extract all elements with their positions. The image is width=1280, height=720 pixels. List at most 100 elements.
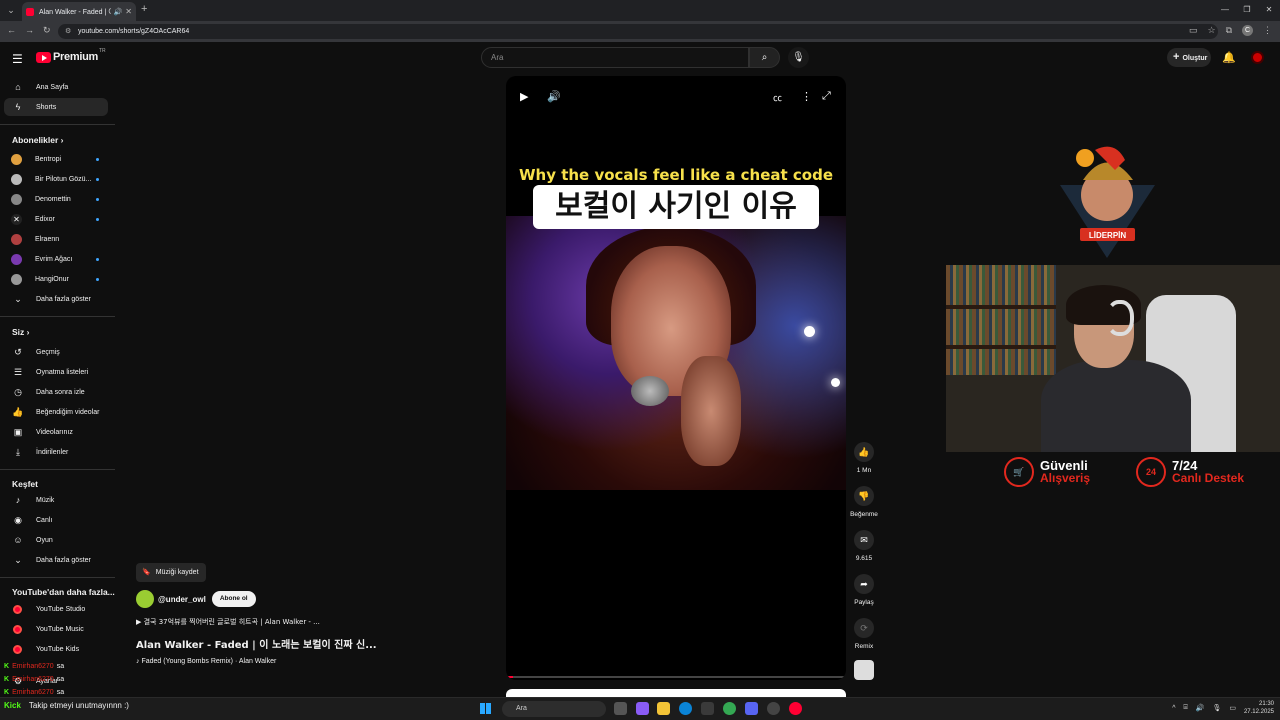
minimize-icon[interactable]: — bbox=[1214, 0, 1236, 21]
url-text: youtube.com/shorts/gZ4OAcCAR64 bbox=[78, 28, 190, 35]
volume-icon[interactable]: 🔊 bbox=[547, 90, 561, 103]
sidebar-item-subscription[interactable]: Bentropi bbox=[4, 150, 108, 168]
captions-cc-icon[interactable]: ㏄ bbox=[773, 91, 782, 104]
task-view-icon[interactable] bbox=[614, 702, 627, 715]
forward-icon[interactable]: → bbox=[25, 25, 34, 35]
sidebar-item-your-videos[interactable]: ▣ Videolarınız bbox=[4, 423, 108, 441]
channel-name[interactable]: @under_owl bbox=[158, 595, 206, 604]
menu-dots-icon[interactable]: ⋮ bbox=[1263, 25, 1272, 36]
fullscreen-icon[interactable]: ⤢ bbox=[822, 90, 831, 103]
windows-taskbar: Kick Takip etmeyi unutmayınnn :) Ara ^ ⌸… bbox=[0, 697, 1280, 720]
remix-button[interactable]: ⟳ Remix bbox=[850, 618, 878, 650]
mic-tray-icon[interactable]: 🎙 bbox=[1212, 704, 1221, 712]
sidebar-item-subscription[interactable]: Evrim Ağacı bbox=[4, 250, 108, 268]
comments-button[interactable]: ✉ 9.615 bbox=[850, 530, 878, 562]
sidebar-item-label: YouTube Kids bbox=[36, 645, 80, 653]
liked-icon: 👍 bbox=[12, 406, 24, 417]
search-button[interactable]: ⌕ bbox=[749, 47, 780, 68]
subscribe-button[interactable]: Abone ol bbox=[211, 591, 256, 607]
restore-icon[interactable]: ❐ bbox=[1236, 0, 1258, 21]
network-icon[interactable]: ⌸ bbox=[1184, 704, 1188, 712]
sidebar-item-youtube-studio[interactable]: YouTube Studio bbox=[4, 600, 108, 618]
notifications-bell-icon[interactable]: 🔔 bbox=[1222, 51, 1236, 64]
music-icon: ♪ bbox=[15, 495, 21, 505]
sidebar-item-shorts[interactable]: ϟ Shorts bbox=[4, 98, 108, 116]
sidebar-item-home[interactable]: ⌂ Ana Sayfa bbox=[4, 78, 108, 96]
reload-icon[interactable]: ↻ bbox=[43, 25, 51, 36]
sidebar-item-subscription[interactable]: Elraenn bbox=[4, 230, 108, 248]
sidebar-item-subscription[interactable]: Bir Pilotun Gözü... bbox=[4, 170, 108, 188]
sidebar-item-youtube-music[interactable]: YouTube Music bbox=[4, 620, 108, 638]
sound-thumbnail-button[interactable] bbox=[850, 660, 878, 680]
search-icon: ⌕ bbox=[761, 52, 768, 63]
clock[interactable]: 21:30 27.12.2025 bbox=[1244, 700, 1274, 716]
dislike-label: Beğenme bbox=[850, 511, 878, 518]
address-bar[interactable]: ⚙ youtube.com/shorts/gZ4OAcCAR64 bbox=[58, 24, 1218, 39]
youtube-app-icon[interactable] bbox=[789, 702, 802, 715]
progress-bar[interactable] bbox=[506, 676, 846, 678]
channel-avatar bbox=[11, 193, 22, 205]
show-more-explore[interactable]: ⌄ Daha fazla göster bbox=[4, 551, 108, 569]
hamburger-menu-icon[interactable]: ☰ bbox=[12, 52, 23, 66]
you-header[interactable]: Siz › bbox=[12, 327, 30, 337]
show-more-subscriptions[interactable]: ⌄ Daha fazla göster bbox=[4, 290, 108, 308]
sidebar-item-downloads[interactable]: ⤓ İndirilenler bbox=[4, 443, 108, 461]
chat-message: K Emirhan6270 sa bbox=[4, 663, 64, 670]
shorts-player[interactable]: Why the vocals feel like a cheat code 보컬… bbox=[506, 76, 846, 680]
taskbar-search[interactable]: Ara bbox=[502, 701, 606, 717]
search-input[interactable]: Ara bbox=[481, 47, 749, 68]
like-button[interactable]: 👍 1 Mn bbox=[850, 442, 878, 474]
next-short-peek[interactable] bbox=[506, 689, 846, 697]
sidebar-item-youtube-kids[interactable]: YouTube Kids bbox=[4, 640, 108, 658]
sidebar-item-playlists[interactable]: ☰ Oynatma listeleri bbox=[4, 363, 108, 381]
sidebar-item-live[interactable]: ◉ Canlı bbox=[4, 511, 108, 529]
chrome-icon[interactable] bbox=[723, 702, 736, 715]
obs-icon[interactable] bbox=[767, 702, 780, 715]
dislike-button[interactable]: 👎 Beğenme bbox=[850, 486, 878, 518]
webcam-bookshelf bbox=[946, 265, 1056, 375]
site-info-icon[interactable]: ⚙ bbox=[65, 24, 71, 39]
close-window-icon[interactable]: ✕ bbox=[1258, 0, 1280, 21]
tab-audio-icon[interactable]: 🔊 bbox=[114, 8, 123, 16]
sidebar-item-watch-later[interactable]: ◷ Daha sonra izle bbox=[4, 383, 108, 401]
cast-icon[interactable]: ▭ bbox=[1189, 25, 1198, 36]
create-button[interactable]: + Oluştur bbox=[1167, 48, 1211, 67]
bookmark-star-icon[interactable]: ☆ bbox=[1207, 25, 1215, 36]
sidebar-item-liked-videos[interactable]: 👍 Beğendiğim videolar bbox=[4, 403, 108, 421]
sidebar-item-subscription[interactable]: HangiOnur bbox=[4, 270, 108, 288]
edge-icon[interactable] bbox=[679, 702, 692, 715]
video-description[interactable]: ▶ 결국 37억뷰를 찍어버린 글로벌 히트곡 | Alan Walker - … bbox=[136, 617, 320, 627]
tab-close-icon[interactable]: ✕ bbox=[125, 7, 132, 16]
music-link[interactable]: ♪ Faded (Young Bombs Remix) · Alan Walke… bbox=[136, 658, 276, 665]
display-icon[interactable]: ▭ bbox=[1229, 704, 1236, 712]
discord-icon[interactable] bbox=[745, 702, 758, 715]
back-icon[interactable]: ← bbox=[7, 25, 16, 35]
volume-tray-icon[interactable]: 🔊 bbox=[1196, 704, 1205, 712]
extensions-icon[interactable]: ⧉ bbox=[1226, 25, 1232, 36]
account-avatar[interactable] bbox=[1251, 51, 1264, 64]
video-title[interactable]: Alan Walker - Faded | 이 노래는 보컬이 진짜 신... bbox=[136, 636, 377, 651]
sidebar-item-subscription[interactable]: ✕ Edixor bbox=[4, 210, 108, 228]
voice-search-mic-icon[interactable]: 🎙 bbox=[788, 47, 809, 68]
play-icon[interactable]: ▶ bbox=[520, 90, 528, 103]
file-explorer-icon[interactable] bbox=[657, 702, 670, 715]
tray-chevron-icon[interactable]: ^ bbox=[1172, 705, 1175, 712]
profile-avatar[interactable]: C bbox=[1242, 25, 1253, 36]
sidebar-item-history[interactable]: ↺ Geçmiş bbox=[4, 343, 108, 361]
new-tab-icon[interactable]: + bbox=[141, 3, 147, 15]
windows-start-icon[interactable] bbox=[480, 703, 491, 714]
subscriptions-header[interactable]: Abonelikler › bbox=[12, 135, 64, 145]
sidebar-item-music[interactable]: ♪ Müzik bbox=[4, 491, 108, 509]
sidebar-item-gaming[interactable]: ☺ Oyun bbox=[4, 531, 108, 549]
youtube-premium-logo[interactable]: Premium TR bbox=[36, 48, 106, 63]
save-music-button[interactable]: 🔖 Müziği kaydet bbox=[136, 563, 206, 582]
sidebar-item-subscription[interactable]: Denomettin bbox=[4, 190, 108, 208]
store-icon[interactable] bbox=[701, 702, 714, 715]
copilot-icon[interactable] bbox=[636, 702, 649, 715]
channel-avatar[interactable] bbox=[136, 590, 154, 608]
tab-list-chevron-icon[interactable]: ⌄ bbox=[4, 3, 18, 17]
share-button[interactable]: ➦ Paylaş bbox=[850, 574, 878, 606]
browser-tab-active[interactable]: Alan Walker - Faded | 이 노 🔊 ✕ bbox=[22, 2, 136, 21]
more-options-icon[interactable]: ⋮ bbox=[801, 90, 812, 103]
logo-text: Premium bbox=[53, 51, 98, 63]
